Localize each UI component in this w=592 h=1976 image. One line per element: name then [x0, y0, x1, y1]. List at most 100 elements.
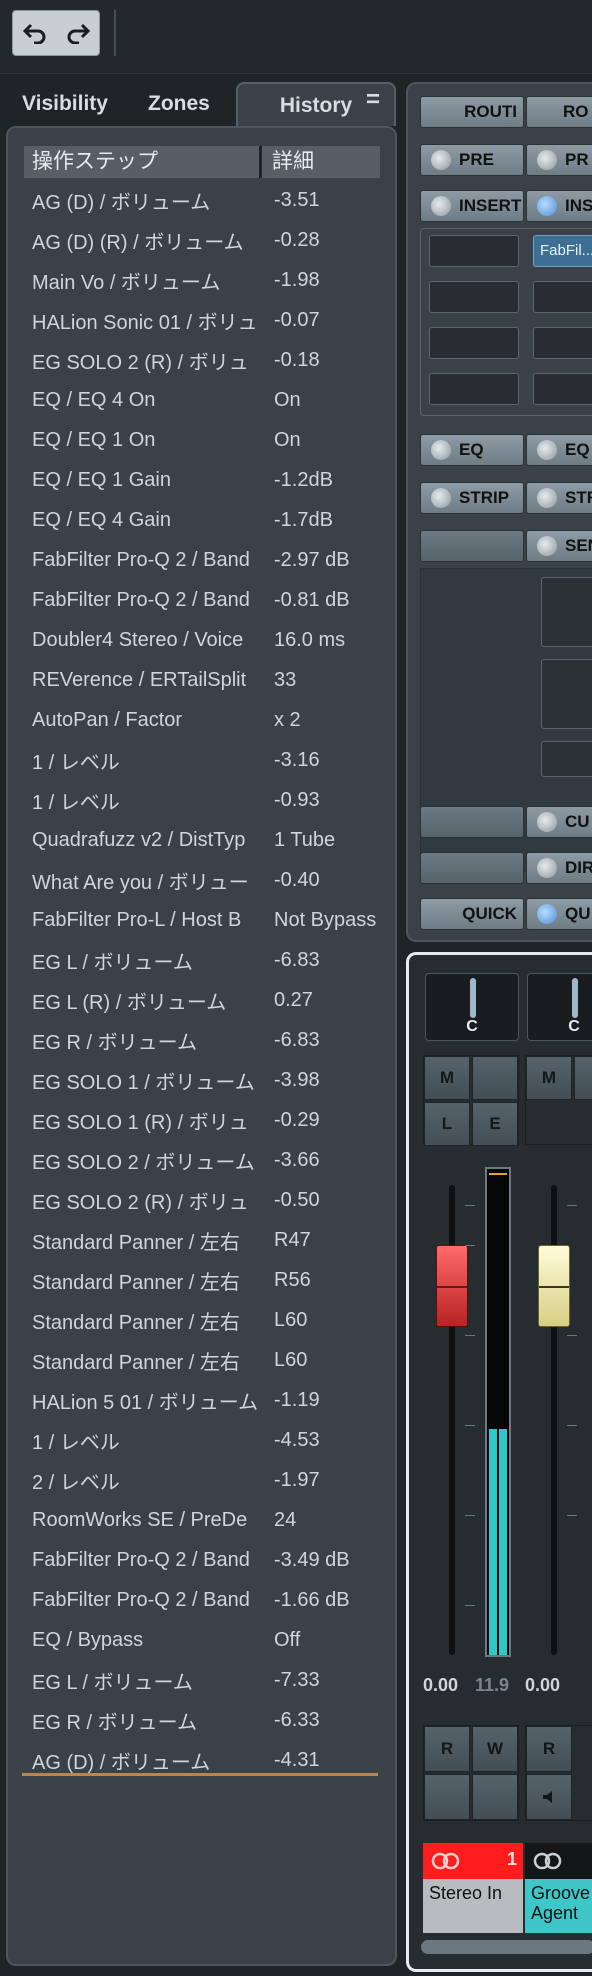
history-row[interactable]: Standard Panner / 左右 L60 [24, 1340, 380, 1380]
history-row[interactable]: EQ / EQ 1 Gain -1.2dB [24, 460, 380, 500]
quick-button-b[interactable]: QU [526, 898, 592, 930]
sends-button-a[interactable] [420, 530, 524, 562]
history-row[interactable]: EG L / ボリューム -6.83 [24, 940, 380, 980]
listen-button-a[interactable]: L [424, 1102, 470, 1146]
strip-button-a[interactable]: STRIP [420, 482, 524, 514]
volume-readout-b[interactable]: 0.00 [525, 1675, 560, 1696]
insert-slot-plugin[interactable]: FabFil... [533, 235, 592, 267]
history-row[interactable]: AutoPan / Factor x 2 [24, 700, 380, 740]
history-row[interactable]: EQ / EQ 1 On On [24, 420, 380, 460]
undo-button[interactable] [15, 13, 55, 53]
mute-button-a[interactable]: M [424, 1056, 470, 1100]
history-row[interactable]: EQ / Bypass Off [24, 1620, 380, 1660]
history-row[interactable]: What Are you / ボリュー -0.40 [24, 860, 380, 900]
history-row[interactable]: EG L / ボリューム -7.33 [24, 1660, 380, 1700]
history-current-marker[interactable] [22, 1773, 378, 1776]
send-slot[interactable] [541, 659, 592, 729]
channel-button-a[interactable] [424, 1774, 470, 1820]
history-row[interactable]: Standard Panner / 左右 R56 [24, 1260, 380, 1300]
history-row[interactable]: Doubler4 Stereo / Voice 16.0 ms [24, 620, 380, 660]
history-row[interactable]: Standard Panner / 左右 L60 [24, 1300, 380, 1340]
history-row[interactable]: EG SOLO 2 (R) / ボリュ -0.50 [24, 1180, 380, 1220]
monitor-button-b[interactable] [526, 1774, 572, 1820]
solo-button-a[interactable] [472, 1056, 518, 1100]
history-row[interactable]: EG L (R) / ボリューム 0.27 [24, 980, 380, 1020]
channel-name-a[interactable]: Stereo In [423, 1879, 523, 1933]
edit-button-a[interactable]: E [472, 1102, 518, 1146]
history-row[interactable]: EQ / EQ 4 Gain -1.7dB [24, 500, 380, 540]
tab-menu-icon[interactable]: = [366, 86, 380, 114]
insert-slot[interactable] [533, 373, 592, 405]
history-row[interactable]: FabFilter Pro-Q 2 / Band -0.81 dB [24, 580, 380, 620]
cue-button-b[interactable]: CU [526, 806, 592, 838]
insert-slot[interactable] [429, 373, 519, 405]
history-row[interactable]: Quadrafuzz v2 / DistTyp 1 Tube [24, 820, 380, 860]
strip-button-b[interactable]: STR [526, 482, 592, 514]
quick-button-a[interactable]: QUICK [420, 898, 524, 930]
history-row[interactable]: 2 / レベル -1.97 [24, 1460, 380, 1500]
solo-button-b[interactable] [574, 1056, 592, 1100]
pan-control-a[interactable]: C [425, 973, 519, 1041]
send-slot[interactable] [541, 741, 592, 777]
tab-visibility[interactable]: Visibility [22, 82, 108, 126]
history-row[interactable]: HALion Sonic 01 / ボリュ -0.07 [24, 300, 380, 340]
history-row[interactable]: Main Vo / ボリューム -1.98 [24, 260, 380, 300]
insert-slot[interactable] [429, 235, 519, 267]
peak-readout-a[interactable]: 11.9 [475, 1675, 509, 1696]
history-row[interactable]: RoomWorks SE / PreDe 24 [24, 1500, 380, 1540]
history-row[interactable]: FabFilter Pro-L / Host B Not Bypass [24, 900, 380, 940]
direct-button-a[interactable] [420, 852, 524, 884]
pre-button-a[interactable]: PRE [420, 144, 524, 176]
history-row[interactable]: REVerence / ERTailSplit 33 [24, 660, 380, 700]
write-automation-button-a[interactable]: W [472, 1726, 518, 1772]
history-row[interactable]: AG (D) (R) / ボリューム -0.28 [24, 220, 380, 260]
mute-button-b[interactable]: M [526, 1056, 572, 1100]
history-row[interactable]: EG SOLO 2 (R) / ボリュ -0.18 [24, 340, 380, 380]
history-row[interactable]: HALion 5 01 / ボリューム -1.19 [24, 1380, 380, 1420]
routing-button-b[interactable]: RO [526, 96, 592, 128]
insert-slot[interactable] [533, 327, 592, 359]
sends-button-b[interactable]: SEN [526, 530, 592, 562]
pre-led-a [431, 150, 451, 170]
column-header-detail[interactable]: 詳細 [262, 146, 314, 178]
send-slot[interactable] [541, 577, 592, 647]
history-row[interactable]: 1 / レベル -0.93 [24, 780, 380, 820]
insert-slot[interactable] [429, 327, 519, 359]
history-row[interactable]: EG R / ボリューム -6.83 [24, 1020, 380, 1060]
inserts-button-a[interactable]: INSERT [420, 190, 524, 222]
channel-button-a2[interactable] [472, 1774, 518, 1820]
eq-button-a[interactable]: EQ [420, 434, 524, 466]
history-row[interactable]: FabFilter Pro-Q 2 / Band -1.66 dB [24, 1580, 380, 1620]
direct-button-b[interactable]: DIR [526, 852, 592, 884]
tab-zones[interactable]: Zones [148, 82, 210, 126]
history-row[interactable]: FabFilter Pro-Q 2 / Band -2.97 dB [24, 540, 380, 580]
routing-button-a[interactable]: ROUTI [420, 96, 524, 128]
column-header-step[interactable]: 操作ステップ [24, 146, 262, 178]
history-row[interactable]: 1 / レベル -4.53 [24, 1420, 380, 1460]
history-row[interactable]: EQ / EQ 4 On On [24, 380, 380, 420]
redo-button[interactable] [58, 13, 98, 53]
history-row[interactable]: EG SOLO 2 / ボリューム -3.66 [24, 1140, 380, 1180]
history-row[interactable]: Standard Panner / 左右 R47 [24, 1220, 380, 1260]
read-automation-button-b[interactable]: R [526, 1726, 572, 1772]
channel-name-b[interactable]: Groove Agent [525, 1879, 592, 1933]
history-row[interactable]: AG (D) / ボリューム -3.51 [24, 180, 380, 220]
volume-fader-b[interactable] [538, 1245, 570, 1327]
volume-readout-a[interactable]: 0.00 [423, 1675, 458, 1696]
insert-slot[interactable] [533, 281, 592, 313]
history-row[interactable]: FabFilter Pro-Q 2 / Band -3.49 dB [24, 1540, 380, 1580]
history-row[interactable]: EG SOLO 1 / ボリューム -3.98 [24, 1060, 380, 1100]
insert-slot[interactable] [429, 281, 519, 313]
read-automation-button-a[interactable]: R [424, 1726, 470, 1772]
inserts-button-b[interactable]: INS [526, 190, 592, 222]
pan-control-b[interactable]: C [527, 973, 592, 1041]
pre-button-b[interactable]: PR [526, 144, 592, 176]
history-step: EG L (R) / ボリューム [32, 991, 227, 1014]
volume-fader-a[interactable] [436, 1245, 468, 1327]
history-row[interactable]: EG SOLO 1 (R) / ボリュ -0.29 [24, 1100, 380, 1140]
history-row[interactable]: EG R / ボリューム -6.33 [24, 1700, 380, 1740]
eq-button-b[interactable]: EQ [526, 434, 592, 466]
history-row[interactable]: 1 / レベル -3.16 [24, 740, 380, 780]
cue-button-a[interactable] [420, 806, 524, 838]
mixer-scrollbar[interactable] [421, 1940, 592, 1954]
